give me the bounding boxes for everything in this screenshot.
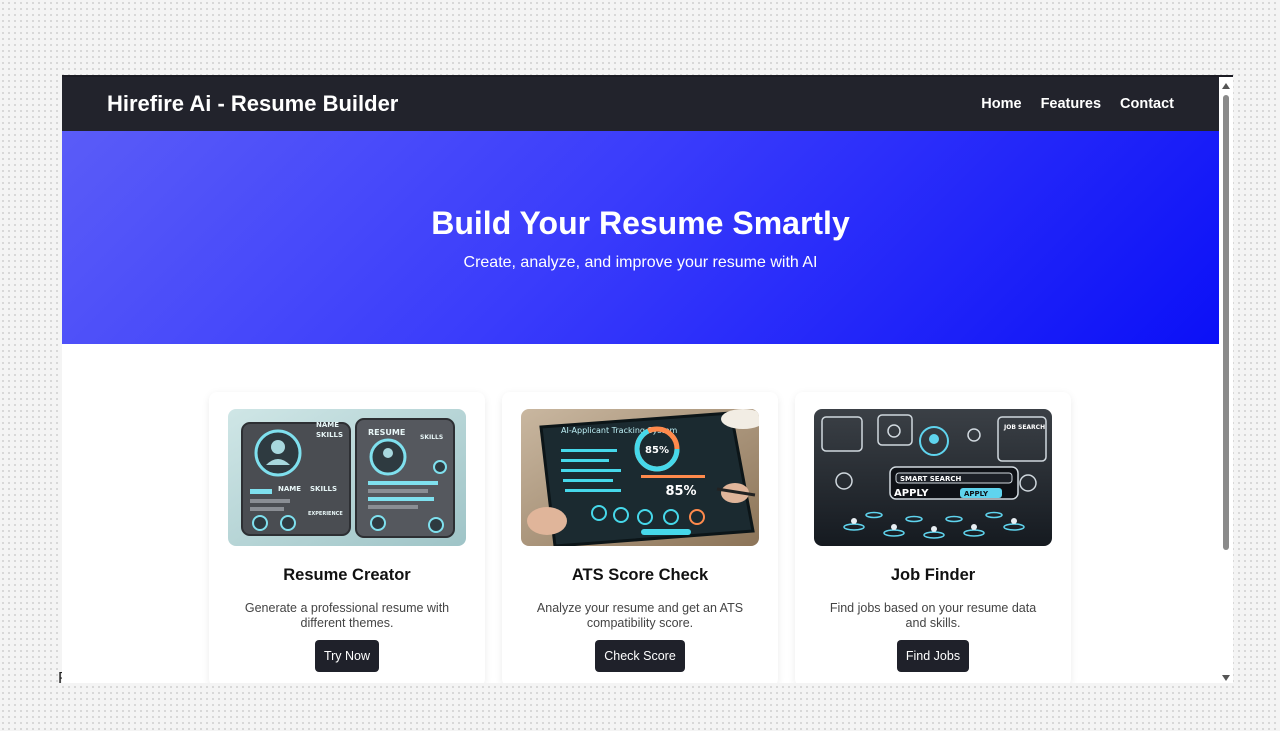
card-description: Analyze your resume and get an ATS compa… (536, 601, 744, 630)
hero-title: Build Your Resume Smartly (431, 205, 850, 241)
brand-title[interactable]: Hirefire Ai - Resume Builder (107, 91, 398, 117)
image-label: NAME (278, 485, 301, 493)
image-label: SMART SEARCH (900, 475, 961, 483)
image-label: 85% (645, 445, 669, 456)
feature-cards: NAME SKILLS RESUME SKILLS NAME SKILLS EX… (209, 392, 1071, 683)
hero-banner: Build Your Resume Smartly Create, analyz… (62, 131, 1219, 344)
image-label: NAME (316, 421, 339, 429)
nav-link-home[interactable]: Home (981, 96, 1021, 112)
scroll-down-arrow-icon[interactable] (1222, 675, 1230, 681)
image-label: APPLY (894, 488, 929, 499)
nav-links: Home Features Contact (981, 96, 1174, 112)
vertical-scrollbar[interactable] (1219, 77, 1233, 683)
card-description: Find jobs based on your resume data and … (829, 601, 1037, 630)
navbar: Hirefire Ai - Resume Builder Home Featur… (62, 77, 1219, 131)
image-label: SKILLS (420, 434, 443, 441)
feature-card-job-finder: JOB SEARCH SMART SEARCH APPLY APPLY Job … (795, 392, 1071, 683)
card-title: ATS Score Check (571, 566, 709, 584)
nav-link-contact[interactable]: Contact (1120, 96, 1174, 112)
check-score-button[interactable]: Check Score (595, 640, 685, 672)
job-finder-image: JOB SEARCH SMART SEARCH APPLY APPLY (814, 409, 1052, 546)
image-label: SKILLS (310, 485, 337, 493)
image-label: SKILLS (316, 431, 343, 439)
image-label: APPLY (964, 490, 989, 498)
find-jobs-button[interactable]: Find Jobs (896, 640, 970, 672)
try-now-button[interactable]: Try Now (314, 640, 380, 672)
image-label: 85% (665, 484, 696, 499)
image-label: JOB SEARCH (1003, 424, 1045, 431)
card-title: Resume Creator (283, 566, 411, 584)
feature-card-ats-score: AI-Applicant Tracking System 85% 85% ATS… (502, 392, 778, 683)
card-title: Job Finder (890, 566, 976, 584)
resume-creator-image: NAME SKILLS RESUME SKILLS NAME SKILLS EX… (228, 409, 466, 546)
nav-link-features[interactable]: Features (1041, 96, 1101, 112)
hero-subtitle: Create, analyze, and improve your resume… (463, 254, 818, 271)
scroll-up-arrow-icon[interactable] (1222, 83, 1230, 89)
scrollbar-thumb[interactable] (1223, 95, 1229, 550)
webpage-viewport: Hirefire Ai - Resume Builder Home Featur… (62, 75, 1233, 683)
image-label: EXPERIENCE (308, 511, 343, 517)
feature-card-resume-creator: NAME SKILLS RESUME SKILLS NAME SKILLS EX… (209, 392, 485, 683)
image-label: RESUME (368, 428, 405, 437)
ats-score-image: AI-Applicant Tracking System 85% 85% (521, 409, 759, 546)
card-description: Generate a professional resume with diff… (244, 601, 450, 630)
